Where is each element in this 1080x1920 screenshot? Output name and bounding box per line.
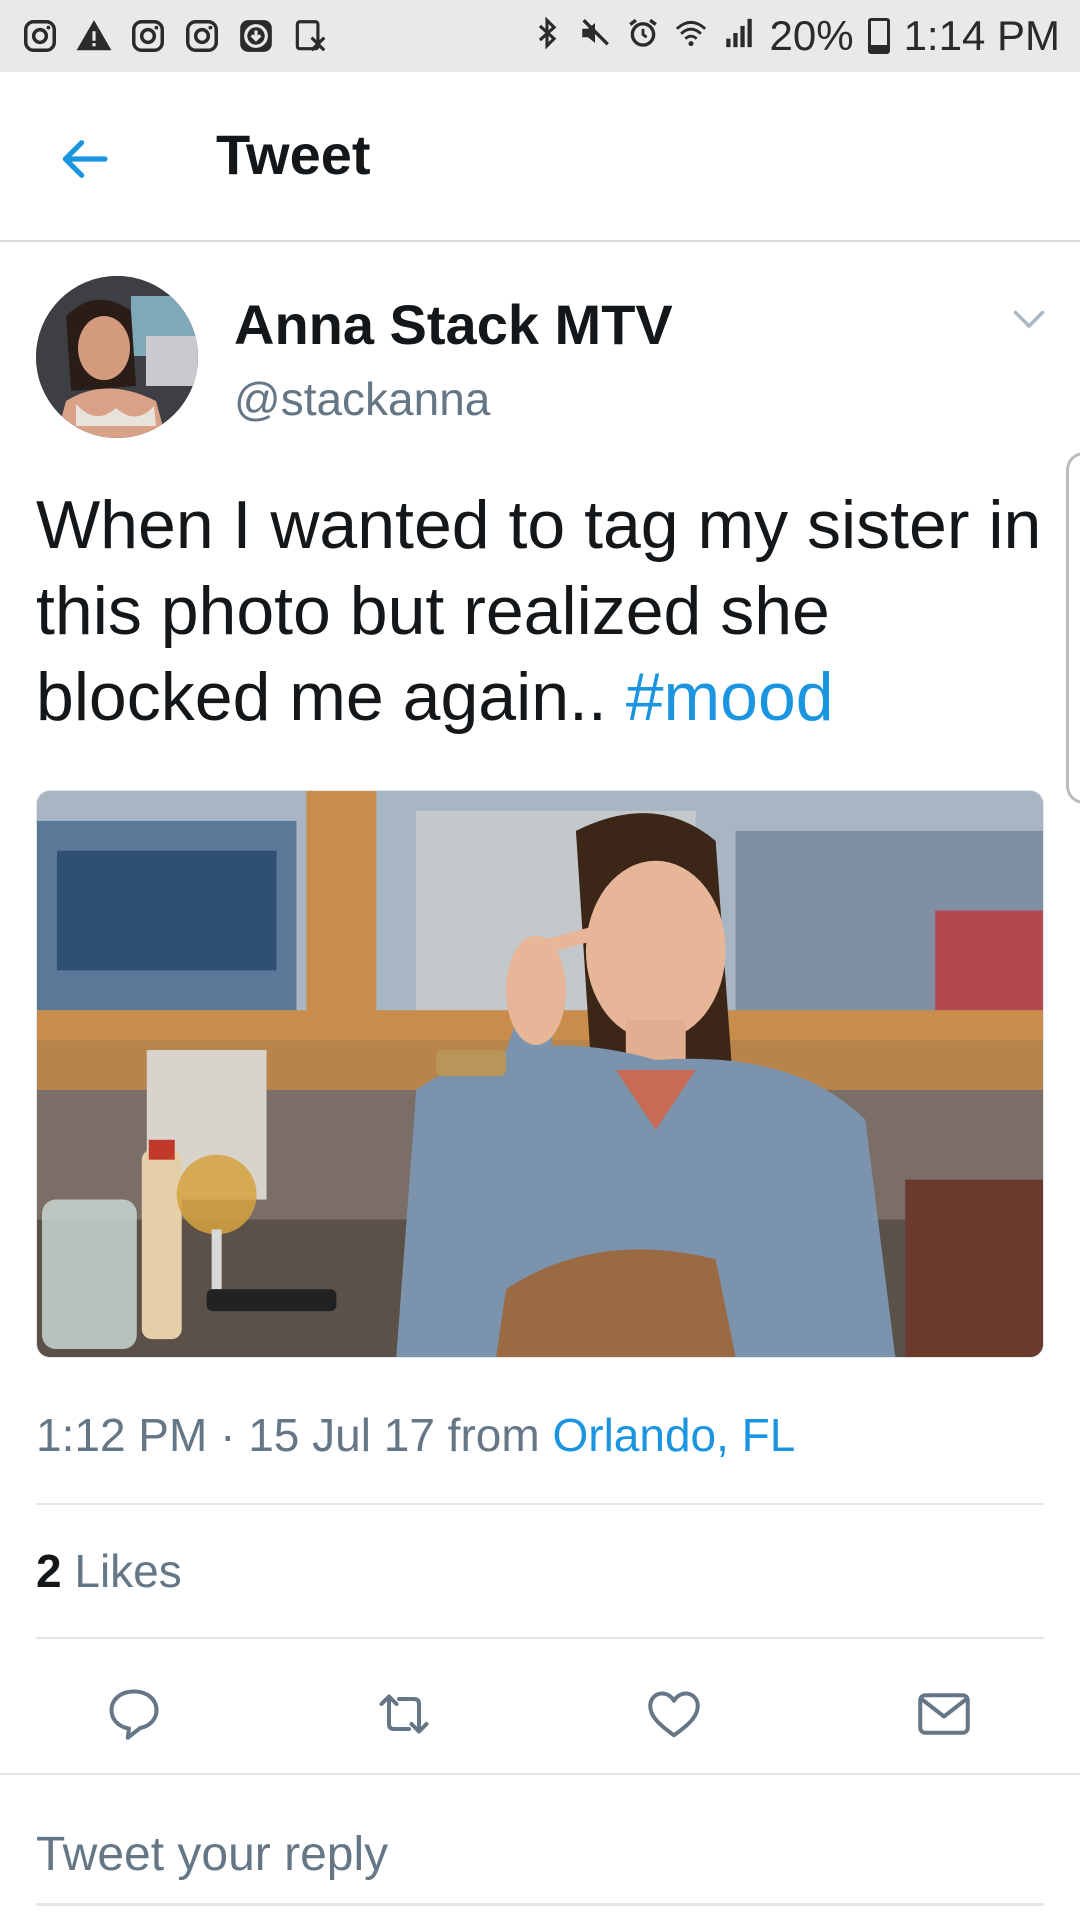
divider bbox=[36, 1503, 1044, 1505]
app-header: Tweet bbox=[0, 72, 1080, 242]
warning-icon bbox=[74, 16, 114, 56]
reply-input[interactable] bbox=[36, 1806, 1044, 1906]
envelope-icon bbox=[918, 1693, 970, 1735]
hashtag-link[interactable]: #mood bbox=[626, 659, 834, 735]
retweet-icon bbox=[379, 1694, 429, 1734]
bluetooth-icon bbox=[530, 12, 564, 60]
back-button[interactable] bbox=[52, 127, 116, 191]
battery-percentage: 20% bbox=[769, 12, 854, 59]
page-title: Tweet bbox=[216, 123, 371, 186]
retweet-button[interactable] bbox=[362, 1672, 446, 1756]
direct-message-button[interactable] bbox=[902, 1672, 986, 1756]
from-label: from bbox=[434, 1409, 553, 1461]
heart-icon bbox=[648, 1691, 700, 1738]
instagram-icon bbox=[128, 16, 168, 56]
chevron-down-icon bbox=[1013, 310, 1045, 329]
reply-button[interactable] bbox=[92, 1672, 176, 1756]
tweet-text: When I wanted to tag my sister in this p… bbox=[36, 482, 1046, 740]
likes-count[interactable]: 2 Likes bbox=[36, 1544, 182, 1598]
divider bbox=[36, 1637, 1044, 1639]
tweet-body: When I wanted to tag my sister in this p… bbox=[36, 487, 1042, 735]
screenshot-icon bbox=[290, 16, 330, 56]
author-handle[interactable]: @stackanna bbox=[234, 372, 490, 426]
instagram-icon bbox=[20, 16, 60, 56]
tweet-timestamp: 1:12 PM · 15 Jul 17 from Orlando, FL bbox=[36, 1408, 795, 1462]
tweet-date: 15 Jul 17 bbox=[248, 1409, 435, 1461]
divider bbox=[0, 1773, 1080, 1775]
status-bar: 20% 1:14 PM bbox=[0, 0, 1080, 72]
avatar-image bbox=[36, 276, 198, 438]
status-notification-icons bbox=[20, 16, 330, 56]
download-icon bbox=[236, 16, 276, 56]
wifi-icon bbox=[674, 12, 708, 60]
author-name[interactable]: Anna Stack MTV bbox=[234, 292, 673, 357]
signal-icon bbox=[722, 12, 756, 60]
status-time: 1:14 PM bbox=[903, 12, 1060, 59]
alarm-icon bbox=[626, 12, 660, 60]
instagram-icon bbox=[182, 16, 222, 56]
reply-icon bbox=[109, 1689, 159, 1740]
location-link[interactable]: Orlando, FL bbox=[552, 1409, 795, 1461]
avatar[interactable] bbox=[36, 276, 198, 438]
battery-icon bbox=[867, 18, 890, 54]
meta-separator: · bbox=[207, 1409, 249, 1461]
tweet-photo[interactable] bbox=[36, 790, 1044, 1358]
status-system-icons: 20% 1:14 PM bbox=[530, 12, 1060, 60]
scroll-indicator[interactable] bbox=[1066, 452, 1080, 804]
mute-icon bbox=[578, 12, 612, 60]
photo-image bbox=[37, 791, 1043, 1357]
likes-number: 2 bbox=[36, 1545, 62, 1597]
tweet-actions bbox=[0, 1672, 1080, 1756]
likes-label: Likes bbox=[61, 1545, 182, 1597]
like-button[interactable] bbox=[632, 1672, 716, 1756]
tweet-time: 1:12 PM bbox=[36, 1409, 208, 1461]
tweet-options-button[interactable] bbox=[1004, 300, 1054, 340]
arrow-left-icon bbox=[62, 140, 108, 178]
